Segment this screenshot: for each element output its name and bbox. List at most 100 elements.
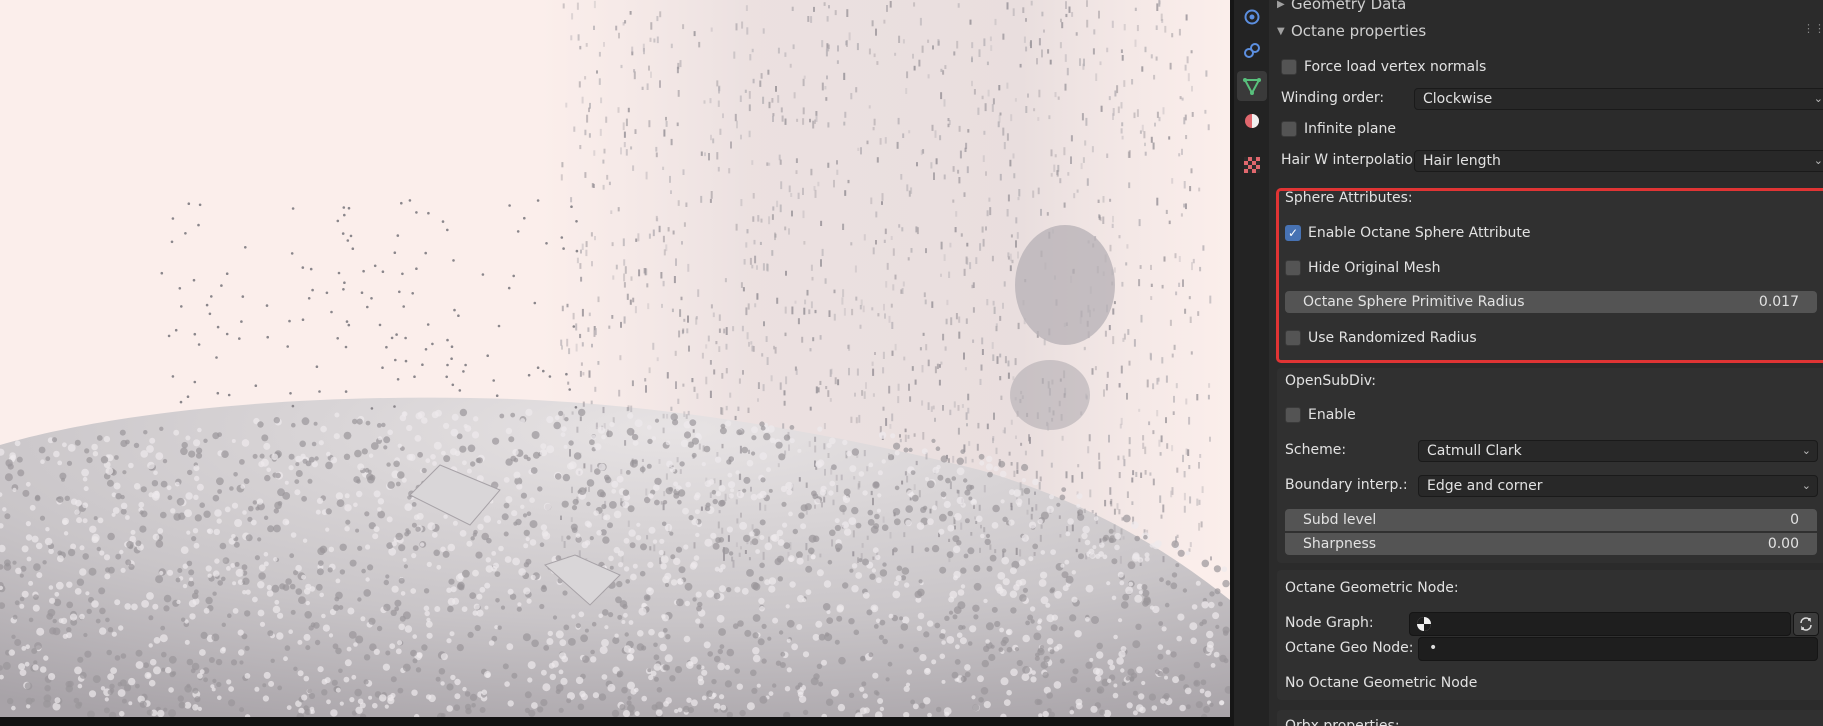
pile-sphere [768,488,773,493]
constraints-tab[interactable] [1237,36,1267,66]
pile-sphere [750,669,757,677]
pile-sphere [1006,689,1012,696]
falling-particle [754,303,757,308]
node-graph-field[interactable] [1409,612,1791,636]
falling-particle [709,198,712,203]
falling-particle [581,308,584,317]
pile-sphere [383,603,391,612]
pile-sphere [571,614,576,619]
pile-sphere [447,597,456,606]
physics-tab[interactable] [1237,2,1267,32]
subd-level-field[interactable]: Subd level 0 [1285,509,1817,531]
refresh-button[interactable] [1793,612,1819,636]
sharpness-field[interactable]: Sharpness 0.00 [1285,533,1817,555]
falling-particle [979,378,982,385]
pile-sphere [853,629,860,636]
constraints-icon [1244,43,1260,58]
pile-sphere [391,585,399,593]
checkbox-box[interactable] [1281,59,1297,75]
octane-geo-node-field[interactable]: • [1418,637,1818,661]
expanded-triangle-icon: ▼ [1277,25,1285,37]
pile-sphere [867,509,874,516]
pile-sphere [1121,681,1127,686]
pile-sphere [566,535,571,540]
pile-sphere [389,643,396,650]
pile-sphere [499,413,505,419]
pile-sphere [448,578,455,585]
geometry-data-header[interactable]: ▶ Geometry Data [1277,0,1406,17]
hair-w-interpolation-dropdown[interactable]: Hair length ⌄ [1414,150,1823,172]
pile-sphere [767,425,775,433]
falling-particle [1159,452,1162,456]
texture-tab[interactable] [1237,150,1267,180]
falling-particle [641,458,644,462]
falling-particle [851,308,854,316]
falling-particle [620,64,623,69]
pile-sphere [744,629,752,637]
pile-sphere [502,663,509,670]
pile-sphere [271,453,279,461]
pile-sphere [1091,616,1099,624]
data-tab[interactable] [1237,71,1267,101]
falling-particle [740,134,742,140]
pile-sphere [718,568,723,573]
flying-particle [197,343,201,346]
falling-particle [1025,46,1028,52]
pile-sphere [735,470,740,475]
falling-particle [774,233,777,238]
flying-particle [458,389,462,392]
pile-sphere [766,467,771,473]
pile-sphere [564,417,569,422]
checkbox-box[interactable] [1285,407,1301,423]
material-tab[interactable] [1237,106,1267,136]
octane-properties-header[interactable]: ▼ Octane properties [1277,18,1426,44]
falling-particle [1080,163,1083,170]
render-viewport[interactable] [0,0,1230,717]
pile-sphere [138,501,145,508]
falling-particle [701,352,704,359]
pile-sphere [79,545,85,551]
pile-sphere [800,523,807,530]
pile-sphere [768,691,774,696]
pile-sphere [234,561,240,567]
checkbox-box[interactable] [1281,121,1297,137]
sharpness-value: 0.00 [1767,536,1799,552]
pile-sphere [365,420,371,426]
boundary-interp-dropdown[interactable]: Edge and corner ⌄ [1418,475,1818,497]
pile-sphere [789,438,795,444]
pile-sphere [1032,478,1039,486]
falling-particle [819,553,822,558]
pile-sphere [530,467,538,474]
flying-particle [307,297,311,300]
force-load-vertex-normals-checkbox[interactable]: Force load vertex normals [1281,59,1486,75]
pile-sphere [829,529,836,537]
falling-particle [789,63,792,68]
winding-order-dropdown[interactable]: Clockwise ⌄ [1414,88,1823,110]
pile-sphere [83,486,89,492]
pile-sphere [1161,626,1167,632]
pile-sphere [1085,584,1094,593]
falling-particle [949,409,952,416]
falling-particle [1120,49,1123,53]
infinite-plane-checkbox[interactable]: Infinite plane [1281,121,1396,137]
opensubdiv-enable-checkbox[interactable]: Enable [1285,407,1356,423]
pile-sphere [400,591,406,596]
falling-particle [977,422,980,429]
pile-sphere [892,508,901,516]
scheme-dropdown[interactable]: Catmull Clark ⌄ [1418,440,1818,462]
pile-sphere [274,599,280,605]
pile-sphere [722,547,730,555]
pile-sphere [462,686,467,692]
falling-particle [983,130,986,135]
falling-particle [747,303,750,310]
falling-particle [634,306,637,314]
drag-handle-icon[interactable]: ⋮⋮ [1803,22,1823,35]
falling-particle [602,406,605,414]
pile-sphere [1149,543,1155,548]
pile-sphere [763,432,771,441]
pile-sphere [200,631,208,640]
pile-sphere [243,478,250,485]
geometry-data-label: Geometry Data [1291,0,1407,13]
pile-sphere [511,672,518,679]
falling-particle [788,444,790,451]
